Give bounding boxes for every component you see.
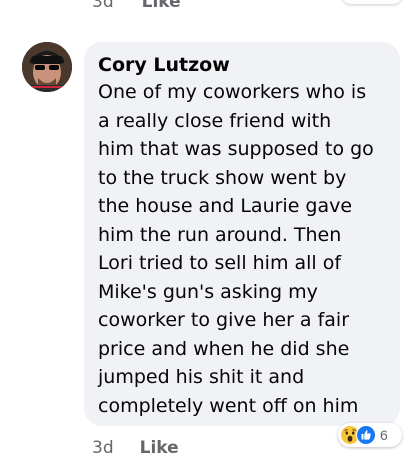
previous-comment-timestamp[interactable]: 3d <box>92 0 114 12</box>
comment-text-line: completely went off on him <box>98 394 359 417</box>
comment-actions: 3d Like <box>92 436 179 460</box>
comment-text-line: price and when he did she <box>98 337 350 360</box>
previous-comment-actions: 3d Like <box>92 0 181 14</box>
comment-text-line: the house and Laurie gave <box>98 195 353 217</box>
comment-text-line: jumped his shit it and <box>98 366 305 388</box>
comment-text-line: Mike's gun's asking my <box>98 280 318 303</box>
comment-text: One of my coworkers who is a really clos… <box>98 78 386 420</box>
avatar[interactable] <box>22 42 72 92</box>
reactions-summary[interactable]: 6 <box>338 423 402 447</box>
comment-text-line: to the truck show went by <box>98 166 347 189</box>
comment-text-line: him the run around. Then <box>98 223 342 246</box>
previous-comment-reactions[interactable] <box>342 0 402 4</box>
comment-author[interactable]: Cory Lutzow <box>98 52 386 78</box>
comment-timestamp[interactable]: 3d <box>92 438 114 458</box>
comment-text-line: a really close friend with <box>98 109 332 132</box>
comment-text-line: coworker to give her a fair <box>98 309 350 331</box>
like-button[interactable]: Like <box>140 438 179 458</box>
comment-text-line: him that was supposed to go <box>98 138 374 160</box>
comment-bubble: Cory Lutzow One of my coworkers who is a… <box>84 42 400 426</box>
comment-text-line: Lori tried to sell him all of <box>98 252 342 274</box>
comment-text-line: One of my coworkers who is <box>98 81 367 103</box>
previous-comment-like-button[interactable]: Like <box>142 0 181 12</box>
reaction-count: 6 <box>380 427 388 443</box>
like-reaction-icon <box>356 425 376 445</box>
profile-photo-icon <box>22 42 72 92</box>
